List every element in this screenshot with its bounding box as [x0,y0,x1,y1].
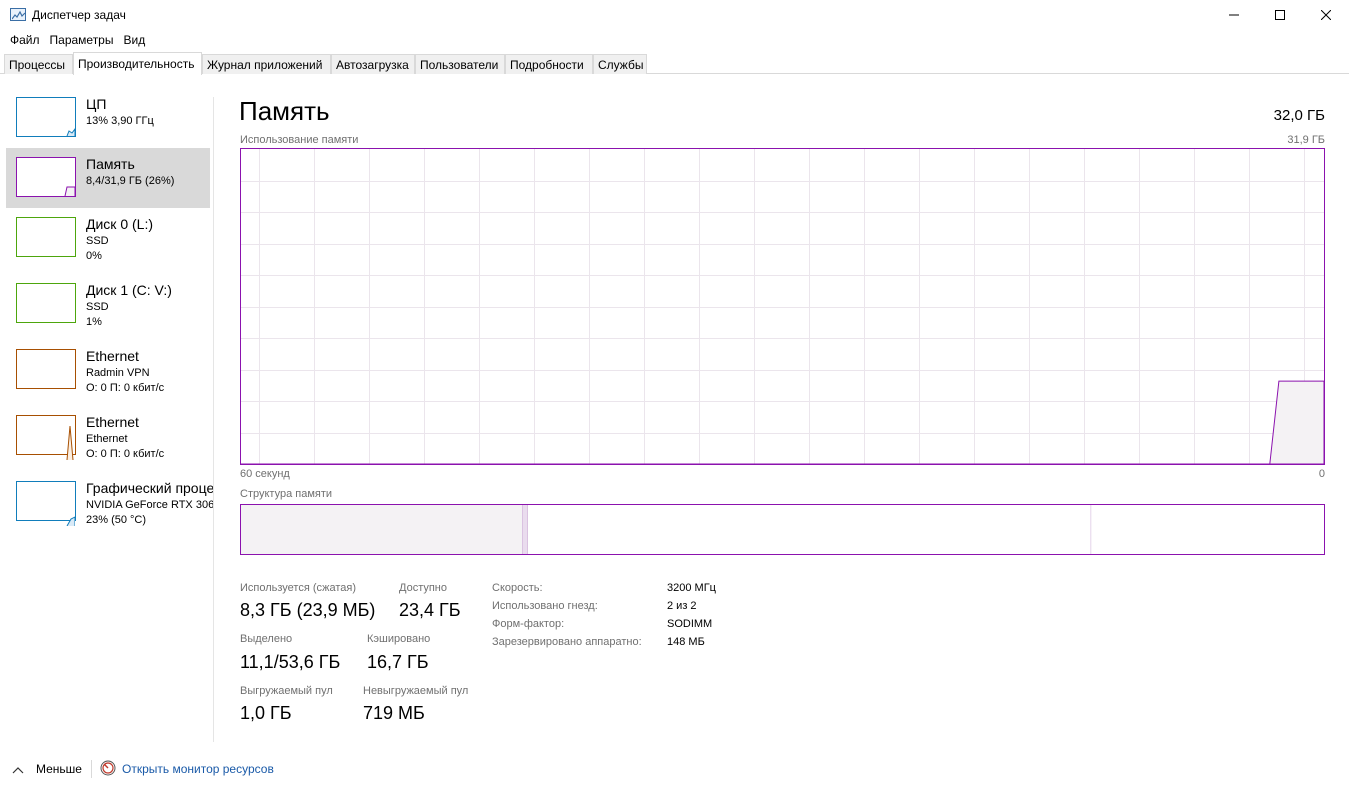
available-value: 23,4 ГБ [399,600,461,620]
graph-grid [241,149,1324,464]
sidebar-item-sub: SSD [86,235,109,247]
open-resource-monitor-link[interactable]: Открыть монитор ресурсов [122,762,274,776]
speed-value: 3200 МГц [667,582,716,594]
resource-monitor-icon[interactable] [100,760,116,776]
sidebar-item-title: Память [86,156,135,172]
slots-label: Использовано гнезд: [492,600,598,612]
fewer-details-button[interactable]: Меньше [36,762,82,776]
modified-segment [522,505,528,554]
network-graph-icon [16,349,76,389]
form-factor-value: SODIMM [667,618,713,630]
disk-graph-icon [16,217,76,257]
sidebar-item-sub: 8,4/31,9 ГБ (26%) [86,175,175,187]
footer-bar: Меньше Открыть монитор ресурсов [0,757,1349,781]
tab-processes[interactable]: Процессы [4,54,73,74]
close-button[interactable] [1303,0,1349,30]
hw-reserved-label: Зарезервировано аппаратно: [492,636,642,648]
gpu-graph-icon [16,481,76,526]
footer-separator [91,760,92,778]
tab-app-history[interactable]: Журнал приложений [202,54,331,74]
sidebar-item-memory[interactable]: Память 8,4/31,9 ГБ (26%) [6,148,210,208]
page-title: Память [239,96,330,126]
sidebar-item-sub: NVIDIA GeForce RTX 3060 [86,499,213,511]
memory-usage-graph [240,148,1325,465]
sidebar-item-sub: 13% 3,90 ГГц [86,115,154,127]
standby-segment [527,505,1092,554]
tab-performance[interactable]: Производительность [73,52,202,75]
sidebar-item-title: Ethernet [86,348,139,364]
nonpaged-pool-value: 719 МБ [363,703,425,723]
tab-startup[interactable]: Автозагрузка [331,54,415,74]
sidebar-item-ethernet-radmin[interactable]: Ethernet Radmin VPN О: 0 П: 0 кбит/с [6,340,210,400]
menu-file[interactable]: Файл [0,30,45,50]
sidebar-item-ethernet[interactable]: Ethernet Ethernet О: 0 П: 0 кбит/с [6,406,210,466]
memory-composition-bar [240,504,1325,555]
paged-pool-label: Выгружаемый пул [240,685,333,697]
performance-sidebar: ЦП 13% 3,90 ГГц Память 8,4/31,9 ГБ (26%)… [0,88,213,743]
sidebar-item-cpu[interactable]: ЦП 13% 3,90 ГГц [6,88,210,148]
sidebar-item-title: Ethernet [86,414,139,430]
used-value: 8,3 ГБ (23,9 МБ) [240,600,376,620]
window-title: Диспетчер задач [32,8,126,22]
struct-label: Структура памяти [240,488,333,500]
graph-time-left: 60 секунд [240,468,290,480]
sidebar-item-title: ЦП [86,96,107,112]
available-label: Доступно [399,582,448,594]
memory-usage-area [241,380,1324,464]
sidebar-item-title: Диск 0 (L:) [86,216,153,232]
cached-value: 16,7 ГБ [367,652,429,672]
sidebar-item-sub2: 0% [86,250,102,262]
sidebar-item-sub: Radmin VPN [86,367,150,379]
cpu-graph-icon [16,97,76,137]
free-segment [1091,505,1324,554]
nonpaged-pool-label: Невыгружаемый пул [363,685,469,697]
sidebar-item-sub2: О: 0 П: 0 кбит/с [86,448,165,460]
paged-pool-value: 1,0 ГБ [240,703,292,723]
form-factor-label: Форм-фактор: [492,618,565,630]
tab-details[interactable]: Подробности [505,54,593,74]
graph-label: Использование памяти [240,134,359,146]
slots-value: 2 из 2 [667,600,697,612]
sidebar-item-sub: SSD [86,301,109,313]
graph-time-right: 0 [1318,468,1325,480]
sidebar-item-sub2: 1% [86,316,102,328]
sidebar-item-sub2: О: 0 П: 0 кбит/с [86,382,165,394]
menu-bar: Файл Параметры Вид [0,30,150,50]
sidebar-item-sub: Ethernet [86,433,128,445]
sidebar-item-sub2: 23% (50 °C) [86,514,147,526]
sidebar-item-disk-1[interactable]: Диск 1 (C: V:) SSD 1% [6,274,210,334]
sidebar-item-title: Графический процессор 0 [86,480,213,496]
sidebar-item-gpu[interactable]: Графический процессор 0 NVIDIA GeForce R… [6,472,213,532]
memory-composition-chart [241,505,1324,554]
disk-graph-icon [16,283,76,323]
graph-max-label: 31,9 ГБ [1287,134,1325,146]
memory-graph-icon [16,157,76,197]
minimize-button[interactable] [1211,0,1257,30]
tab-users[interactable]: Пользователи [415,54,505,74]
task-manager-icon [10,8,26,21]
used-label: Используется (сжатая) [240,582,357,594]
speed-label: Скорость: [492,582,543,594]
tab-services[interactable]: Службы [593,54,647,74]
sidebar-divider [213,97,214,742]
menu-view[interactable]: Вид [118,30,150,50]
sidebar-item-disk-0[interactable]: Диск 0 (L:) SSD 0% [6,208,210,268]
maximize-button[interactable] [1257,0,1303,30]
committed-label: Выделено [240,633,293,645]
menu-options[interactable]: Параметры [45,30,119,50]
memory-total: 32,0 ГБ [1273,107,1325,124]
cached-label: Кэшировано [367,633,431,645]
sidebar-item-title: Диск 1 (C: V:) [86,282,172,298]
memory-usage-chart [241,149,1324,464]
title-bar: Диспетчер задач [0,0,1349,30]
tab-strip: Процессы Производительность Журнал прило… [0,52,1349,75]
hw-reserved-value: 148 МБ [667,636,705,648]
in-use-segment [241,505,523,554]
committed-value: 11,1/53,6 ГБ [240,652,341,672]
network-graph-icon [16,415,76,460]
chevron-up-icon[interactable] [12,763,24,777]
